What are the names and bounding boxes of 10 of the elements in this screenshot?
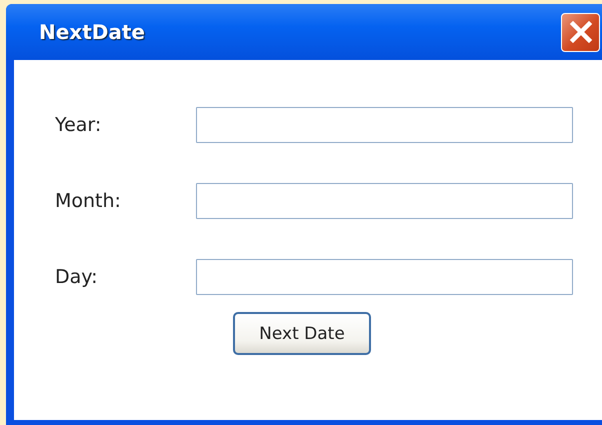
close-icon	[568, 20, 592, 44]
input-field[interactable]	[196, 183, 573, 219]
window-title: NextDate	[39, 20, 145, 44]
field-label: Day:	[55, 266, 99, 288]
field-label: Year:	[55, 114, 102, 136]
field-label: Month:	[55, 190, 122, 212]
next-date-button[interactable]: Next Date	[233, 312, 371, 355]
close-button[interactable]	[561, 12, 600, 52]
input-field[interactable]	[196, 259, 573, 295]
input-field[interactable]	[196, 107, 573, 143]
